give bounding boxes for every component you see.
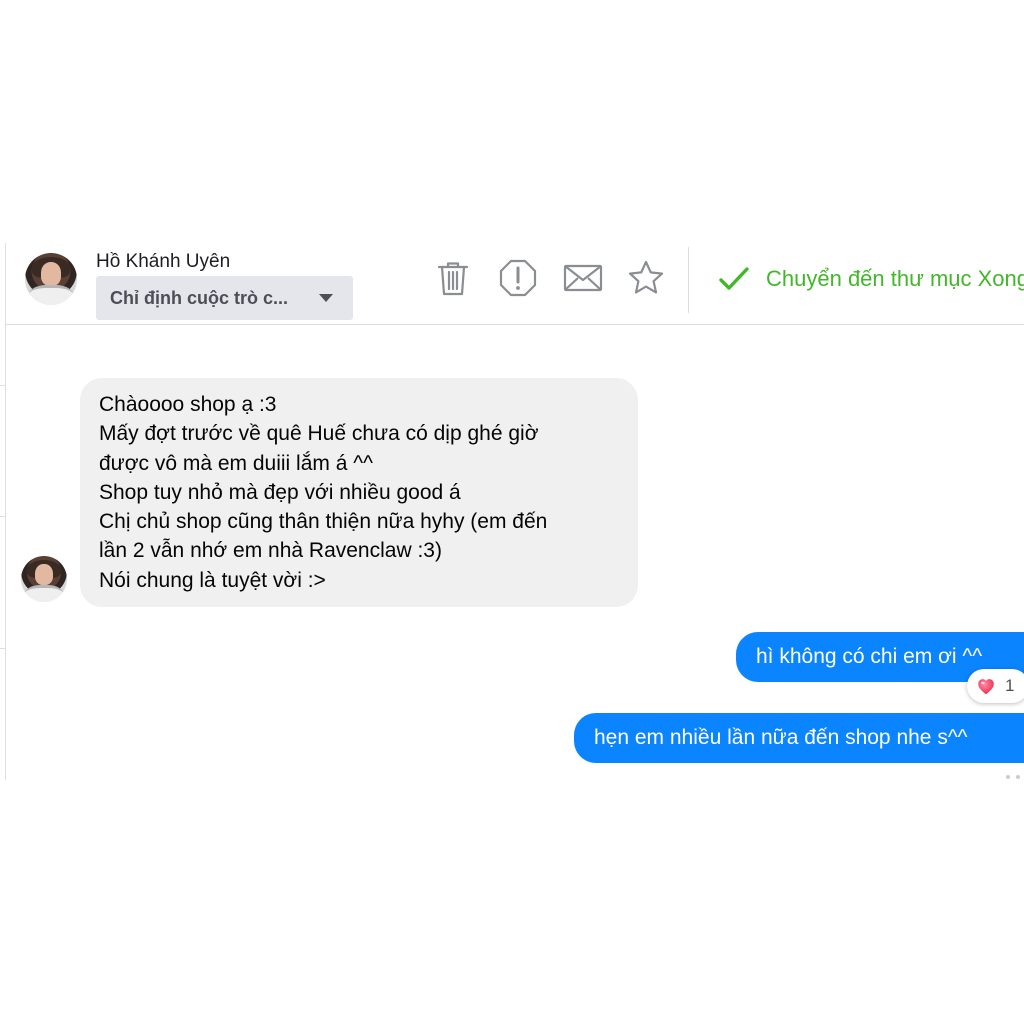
conversation-panel: Hồ Khánh Uyên Chỉ định cuộc trò c... Chu… bbox=[0, 243, 1024, 780]
message-line: Nói chung là tuyệt vời :> bbox=[99, 568, 326, 592]
spam-alert-icon bbox=[499, 259, 537, 297]
assign-conversation-select[interactable]: Chỉ định cuộc trò c... bbox=[96, 276, 353, 320]
left-divider-tick bbox=[0, 648, 5, 649]
heart-icon bbox=[978, 679, 994, 695]
incoming-message-bubble[interactable]: Chàoooo shop ạ :3 Mấy đợt trước về quê H… bbox=[80, 378, 638, 608]
seen-indicator bbox=[1016, 775, 1020, 779]
contact-name[interactable]: Hồ Khánh Uyên bbox=[96, 251, 230, 273]
message-line: lần 2 vẫn nhớ em nhà Ravenclaw :3) bbox=[99, 539, 442, 563]
move-to-done-button[interactable]: Chuyển đến thư mục Xong bbox=[718, 263, 1024, 295]
mark-spam-button[interactable] bbox=[498, 258, 538, 298]
left-divider-tick bbox=[0, 385, 5, 386]
header-separator bbox=[5, 324, 1024, 325]
conversation-header: Hồ Khánh Uyên Chỉ định cuộc trò c... Chu… bbox=[0, 243, 1024, 325]
message-line: được vô mà em duiii lắm á ^^ bbox=[99, 451, 373, 475]
message-reaction[interactable]: 1 bbox=[967, 669, 1024, 703]
trash-icon bbox=[437, 262, 469, 296]
reaction-count: 1 bbox=[1005, 676, 1015, 695]
header-divider bbox=[688, 247, 689, 313]
message-line: Chàoooo shop ạ :3 bbox=[99, 393, 277, 416]
outgoing-message-bubble[interactable]: hẹn em nhiều lần nữa đến shop nhe s^^ bbox=[574, 713, 1024, 763]
star-icon bbox=[628, 260, 664, 294]
message-line: Mấy đợt trước về quê Huế chưa có dịp ghé… bbox=[99, 422, 539, 446]
contact-avatar[interactable] bbox=[25, 253, 77, 305]
assign-select-value: Chỉ định cuộc trò c... bbox=[110, 287, 289, 308]
message-line: Chị chủ shop cũng thân thiện nữa hyhy (e… bbox=[99, 510, 548, 534]
message-line: Shop tuy nhỏ mà đẹp với nhiều good á bbox=[99, 480, 461, 504]
mark-unread-button[interactable] bbox=[563, 258, 603, 298]
star-button[interactable] bbox=[626, 258, 666, 298]
seen-indicator bbox=[1006, 775, 1010, 779]
checkmark-icon bbox=[719, 267, 749, 290]
chevron-down-icon bbox=[319, 294, 333, 302]
mail-icon bbox=[563, 264, 603, 292]
sender-avatar[interactable] bbox=[21, 556, 67, 602]
delete-button[interactable] bbox=[433, 258, 473, 298]
left-divider-tick bbox=[0, 516, 5, 517]
move-to-done-label: Chuyển đến thư mục Xong bbox=[766, 266, 1024, 291]
